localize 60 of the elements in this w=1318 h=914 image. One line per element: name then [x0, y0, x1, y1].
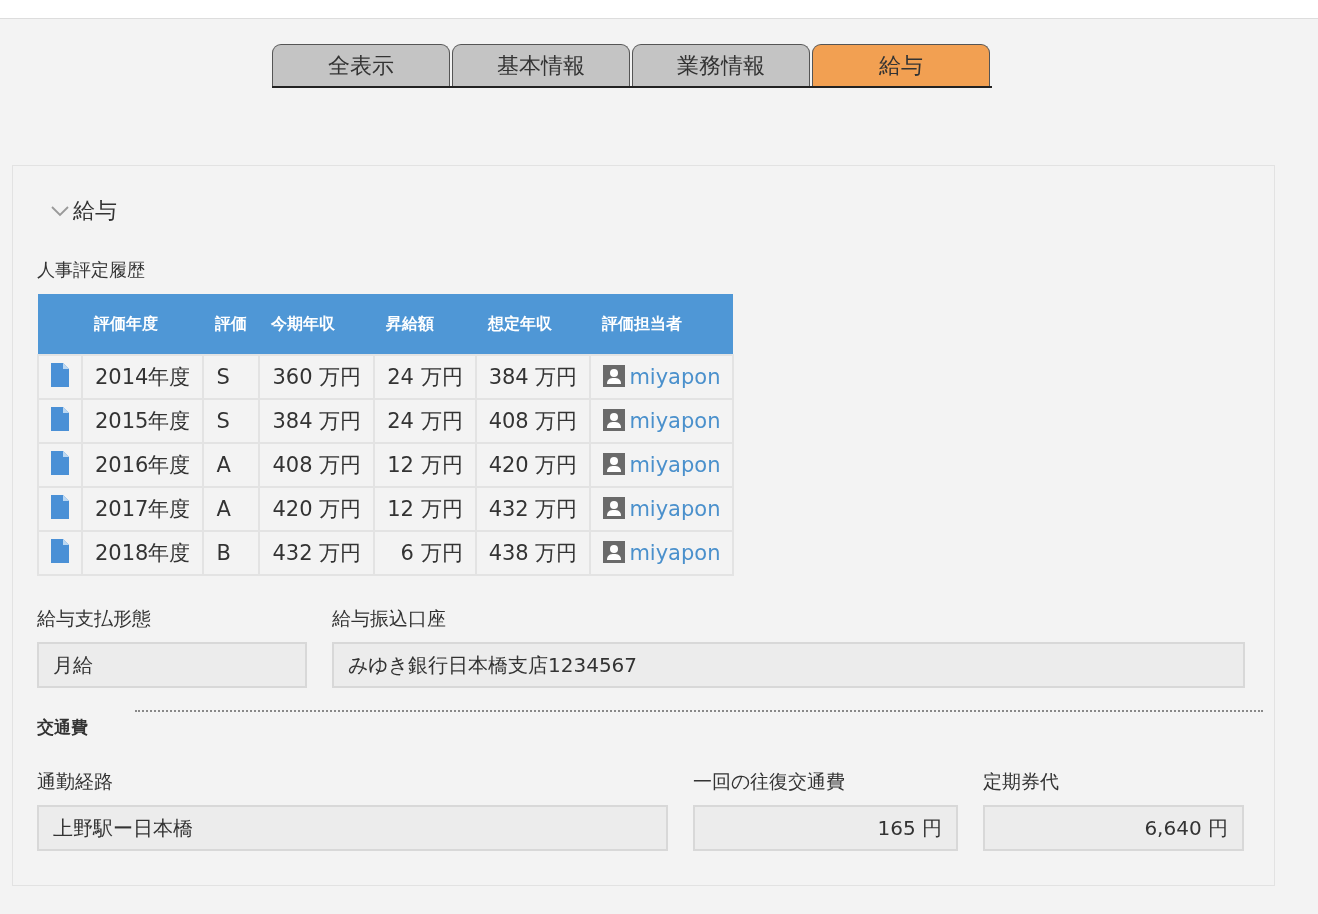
user-icon	[603, 409, 626, 431]
table-cell: 408 万円	[259, 443, 375, 487]
table-cell: 12 万円	[374, 487, 476, 531]
table-cell: 24 万円	[374, 399, 476, 443]
field-label: 給与振込口座	[332, 606, 447, 631]
input-field[interactable]: 月給	[37, 642, 307, 688]
table-cell: 2015年度	[82, 399, 204, 443]
user-icon	[603, 497, 626, 519]
table-cell: 360 万円	[259, 355, 375, 399]
table-cell: 24 万円	[374, 355, 476, 399]
input-field[interactable]: 165 円	[693, 805, 958, 851]
table-cell: 12 万円	[374, 443, 476, 487]
table-cell: S	[203, 399, 260, 443]
table-cell: 420 万円	[259, 487, 375, 531]
user-icon	[603, 541, 626, 563]
document-icon[interactable]	[51, 406, 69, 431]
column-header: 評価担当者	[590, 294, 734, 355]
table-cell: 384 万円	[259, 399, 375, 443]
document-icon[interactable]	[51, 450, 69, 475]
section-title: 給与	[73, 197, 117, 225]
field-label: 通勤経路	[37, 769, 114, 794]
table-cell: 2016年度	[82, 443, 204, 487]
tab[interactable]: 全表示	[272, 44, 450, 86]
field-label: 定期券代	[983, 769, 1060, 794]
document-icon[interactable]	[51, 494, 69, 519]
header-cell	[38, 294, 82, 355]
table-cell: A	[203, 443, 260, 487]
input-field[interactable]: 6,640 円	[983, 805, 1244, 851]
input-field[interactable]: 上野駅ー日本橋	[37, 805, 668, 851]
column-header: 評価	[203, 294, 260, 355]
tab[interactable]: 業務情報	[632, 44, 810, 86]
field-label: 給与支払形態	[37, 606, 152, 631]
table-cell: B	[203, 531, 260, 575]
table-cell: 432 万円	[259, 531, 375, 575]
table-cell: S	[203, 355, 260, 399]
table-cell: 438 万円	[475, 531, 591, 575]
user-icon	[603, 365, 626, 387]
field-label: 一回の往復交通費	[693, 769, 846, 794]
table-cell: 2018年度	[82, 531, 204, 575]
input-field[interactable]: みゆき銀行日本橋支店1234567	[332, 642, 1245, 688]
table-cell: 432 万円	[475, 487, 591, 531]
tab[interactable]: 基本情報	[452, 44, 630, 86]
document-icon[interactable]	[51, 538, 69, 563]
table-cell: 420 万円	[475, 443, 591, 487]
table-cell: 6 万円	[374, 531, 476, 575]
document-icon[interactable]	[51, 362, 69, 387]
column-header: 想定年収	[475, 294, 591, 355]
table-cell: 408 万円	[475, 399, 591, 443]
table-cell: 2014年度	[82, 355, 204, 399]
tab[interactable]: 給与	[812, 44, 990, 86]
table-title: 人事評定履歴	[37, 258, 146, 282]
table-cell: A	[203, 487, 260, 531]
table-cell: 384 万円	[475, 355, 591, 399]
chevron-icon[interactable]	[51, 205, 69, 217]
column-header: 評価年度	[82, 294, 204, 355]
table-cell: 2017年度	[82, 487, 204, 531]
user-icon	[603, 453, 626, 475]
column-header: 今期年収	[259, 294, 375, 355]
subsection-title: 交通費	[37, 716, 89, 739]
column-header: 昇給額	[374, 294, 476, 355]
